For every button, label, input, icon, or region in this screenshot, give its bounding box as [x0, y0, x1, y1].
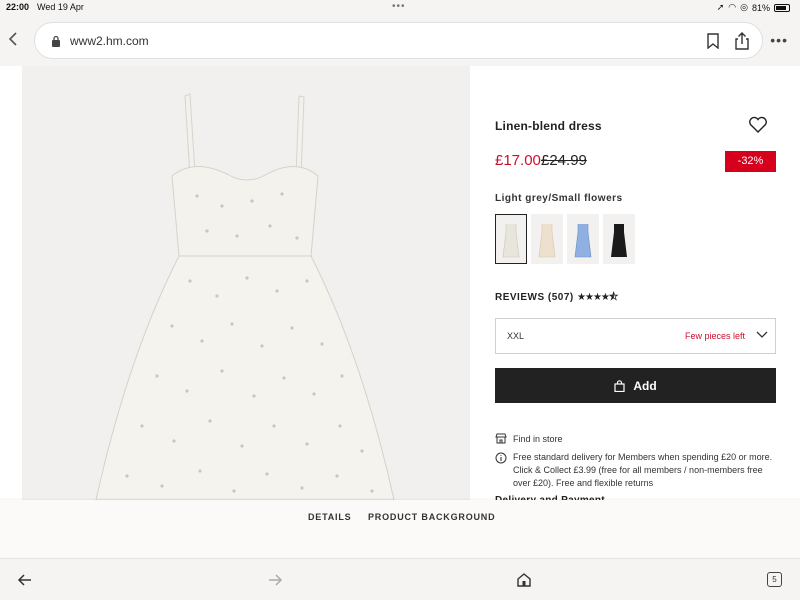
battery-percent: 81%	[751, 2, 770, 13]
sale-price: £17.00	[495, 152, 541, 169]
lock-icon	[52, 35, 60, 47]
size-value: XXL	[507, 331, 525, 341]
swatch-beige-floral[interactable]	[531, 214, 563, 264]
swatch-light-grey-small-flowers[interactable]	[495, 214, 527, 264]
dress-illustration	[95, 93, 395, 500]
product-image[interactable]	[22, 66, 470, 500]
status-indicators: ➚ ◠ ◎ 81%	[717, 2, 790, 13]
tab-details[interactable]: DETAILS	[308, 512, 351, 522]
swatch-blue-floral[interactable]	[567, 214, 599, 264]
battery-icon	[774, 3, 790, 12]
home-icon[interactable]	[516, 572, 532, 588]
color-swatches	[495, 214, 635, 264]
product-title: Linen-blend dress	[495, 119, 602, 133]
bookmark-icon[interactable]	[706, 33, 720, 49]
bag-icon	[614, 379, 625, 392]
back-arrow-icon[interactable]	[17, 572, 33, 588]
browser-more-button[interactable]: •••	[770, 32, 788, 48]
location-icon: ➚	[716, 2, 725, 12]
original-price: £24.99	[541, 152, 587, 169]
find-in-store-label: Find in store	[513, 433, 563, 444]
heart-icon[interactable]	[748, 116, 768, 134]
color-name: Light grey/Small flowers	[495, 193, 623, 204]
browser-toolbar: www2.hm.com •••	[0, 16, 800, 66]
tabs-count-button[interactable]: 5	[767, 572, 782, 587]
status-time: 22:00	[6, 2, 30, 12]
swatch-black[interactable]	[603, 214, 635, 264]
rating-stars: ★★★★⯪	[577, 292, 618, 303]
stock-status: Few pieces left	[685, 331, 746, 341]
reviews-label: REVIEWS (507)	[495, 292, 574, 303]
product-tab-strip: DETAILS PRODUCT BACKGROUND	[0, 500, 800, 558]
add-to-bag-button[interactable]: Add	[495, 368, 776, 403]
orientation-lock-icon: ◎	[740, 2, 748, 12]
add-button-label: Add	[633, 378, 657, 393]
address-bar[interactable]: www2.hm.com	[34, 22, 763, 59]
multitask-dots-icon[interactable]: •••	[392, 1, 406, 12]
wifi-icon: ◠	[728, 2, 737, 12]
status-date: Wed 19 Apr	[37, 2, 84, 12]
status-bar: 22:00 Wed 19 Apr ••• ➚ ◠ ◎ 81%	[0, 0, 800, 16]
store-icon	[495, 433, 507, 444]
delivery-text: Free standard delivery for Members when …	[513, 452, 773, 488]
delivery-info: Free standard delivery for Members when …	[495, 451, 776, 490]
size-select[interactable]: XXL Few pieces left	[495, 318, 776, 354]
url-text: www2.hm.com	[70, 34, 149, 48]
browser-back-icon[interactable]	[8, 30, 24, 50]
forward-arrow-icon[interactable]	[267, 572, 283, 588]
reviews-link[interactable]: REVIEWS (507) ★★★★⯪	[495, 290, 618, 307]
tab-product-background[interactable]: PRODUCT BACKGROUND	[368, 512, 495, 522]
info-icon	[495, 452, 507, 464]
find-in-store-link[interactable]: Find in store	[495, 433, 563, 444]
discount-badge: -32%	[725, 151, 776, 172]
browser-bottom-toolbar: 5	[0, 558, 800, 600]
share-icon[interactable]	[734, 32, 750, 50]
chevron-down-icon	[756, 331, 768, 338]
